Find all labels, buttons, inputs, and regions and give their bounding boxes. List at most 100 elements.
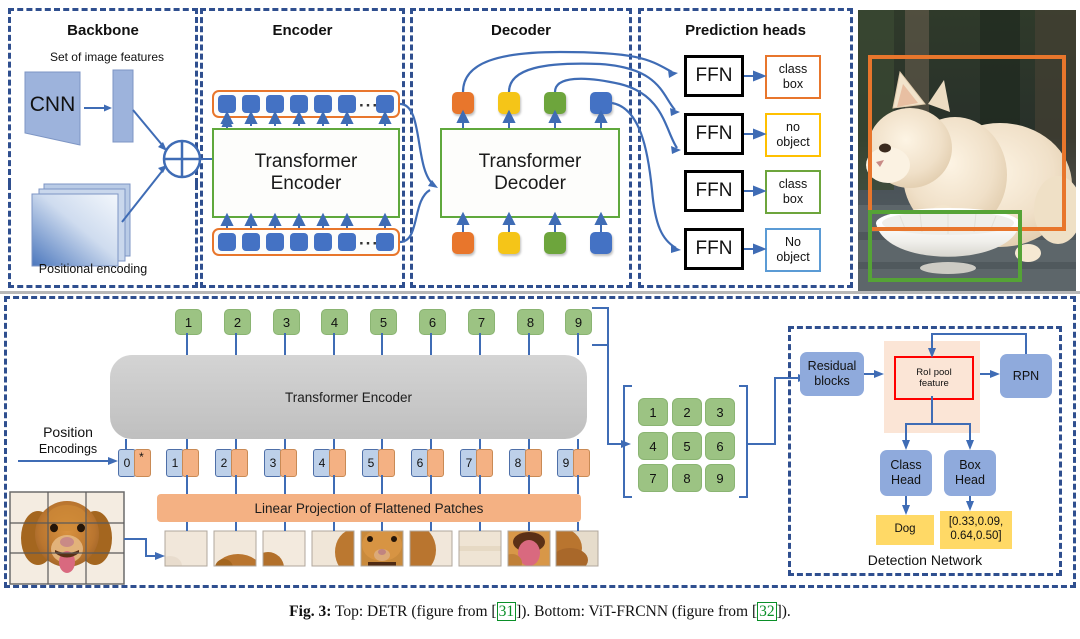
- prediction-output-line1: class: [778, 62, 808, 76]
- prediction-output-line1: class: [778, 177, 808, 191]
- decoder-input-query: [544, 232, 566, 254]
- class-output-box: Dog: [876, 515, 934, 545]
- encoder-input-token: [338, 233, 356, 251]
- caption-part3: ]).: [776, 603, 791, 620]
- caption-part2: ]). Bottom: ViT-FRCNN (figure from [: [516, 603, 758, 620]
- ffn-box: FFN: [684, 170, 744, 212]
- figure-caption: Fig. 3: Top: DETR (figure from [31]). Bo…: [0, 602, 1080, 621]
- caption-part1: Top: DETR (figure from [: [331, 603, 497, 620]
- class-head-box: Class Head: [880, 450, 932, 496]
- vit-output-token: 1: [175, 309, 202, 335]
- residual-blocks-line2: blocks: [814, 374, 850, 388]
- encoder-output-token: [218, 95, 236, 113]
- prediction-output-line1: no: [786, 120, 800, 134]
- box-output-line2: 0.64,0.50]: [950, 530, 1002, 542]
- vit-grid-token: 3: [705, 398, 735, 426]
- roi-pool-line1: RoI pool: [916, 366, 952, 378]
- vit-grid-token: 2: [672, 398, 702, 426]
- position-encodings-label-line2: Encodings: [38, 442, 98, 456]
- transformer-encoder-box: Transformer Encoder: [212, 128, 400, 218]
- prediction-output-line1: No: [785, 235, 801, 249]
- detection-network-title: Detection Network: [867, 552, 983, 568]
- decoder-output-query: [498, 92, 520, 114]
- vit-patch-token-embedding: [329, 449, 346, 477]
- box-output-line1: [0.33,0.09,: [948, 516, 1004, 529]
- decoder-output-query: [590, 92, 612, 114]
- transformer-decoder-label-line1: Transformer: [478, 150, 582, 172]
- vit-output-token: 4: [321, 309, 348, 335]
- position-encodings-label-line1: Position: [43, 424, 93, 440]
- vit-patch-token-embedding: [182, 449, 199, 477]
- decoder-input-query: [498, 232, 520, 254]
- vit-grid-token: 7: [638, 464, 668, 492]
- prediction-output-box: No object: [765, 228, 821, 272]
- prediction-output-box: class box: [765, 170, 821, 214]
- caption-prefix: Fig. 3:: [289, 603, 332, 620]
- decoder-title: Decoder: [490, 22, 552, 39]
- vit-transformer-encoder: Transformer Encoder: [110, 355, 587, 439]
- box-head-line2: Head: [955, 473, 985, 487]
- class-head-line2: Head: [891, 473, 921, 487]
- encoder-input-token: [218, 233, 236, 251]
- encoder-input-token: [290, 233, 308, 251]
- vit-patch-token-embedding: [525, 449, 542, 477]
- vit-class-token-star-glyph: *: [139, 450, 144, 464]
- encoder-output-token: [376, 95, 394, 113]
- residual-blocks-box: Residual blocks: [800, 352, 864, 396]
- encoder-input-token: [376, 233, 394, 251]
- vit-output-token: 6: [419, 309, 446, 335]
- encoder-input-token: [266, 233, 284, 251]
- decoder-input-query: [590, 232, 612, 254]
- vit-patch-token-embedding: [427, 449, 444, 477]
- prediction-output-line2: object: [776, 135, 810, 149]
- citation-31[interactable]: 31: [496, 602, 517, 621]
- prediction-output-line2: box: [782, 77, 804, 91]
- transformer-encoder-label-line1: Transformer: [254, 150, 358, 172]
- transformer-decoder-box: Transformer Decoder: [440, 128, 620, 218]
- vit-patch-token-embedding: [573, 449, 590, 477]
- roi-pool-feature-box: RoI pool feature: [894, 356, 974, 400]
- prediction-output-line2: box: [782, 192, 804, 206]
- prediction-heads-title: Prediction heads: [685, 22, 806, 39]
- prediction-output-box: class box: [765, 55, 821, 99]
- vit-patch-token-embedding: [476, 449, 493, 477]
- vit-output-token: 8: [517, 309, 544, 335]
- decoder-input-query: [452, 232, 474, 254]
- ffn-box: FFN: [684, 113, 744, 155]
- transformer-decoder-label-line2: Decoder: [494, 173, 566, 194]
- vit-grid-token: 4: [638, 432, 668, 460]
- vit-output-token: 9: [565, 309, 592, 335]
- vit-output-token: 3: [273, 309, 300, 335]
- encoder-title: Encoder: [272, 22, 333, 39]
- encoder-output-token: [314, 95, 332, 113]
- bowl-bounding-box: [868, 210, 1022, 282]
- encoder-input-token: [242, 233, 260, 251]
- box-head-box: Box Head: [944, 450, 996, 496]
- positional-encoding-label: Positional encoding: [38, 262, 148, 276]
- vit-output-token: 2: [224, 309, 251, 335]
- vit-grid-token: 1: [638, 398, 668, 426]
- encoder-output-token: [242, 95, 260, 113]
- encoder-output-token: [338, 95, 356, 113]
- encoder-output-token: [290, 95, 308, 113]
- vit-patch-token-embedding: [231, 449, 248, 477]
- vit-patch-token-embedding: [280, 449, 297, 477]
- box-head-line1: Box: [959, 458, 981, 473]
- citation-32[interactable]: 32: [757, 602, 777, 621]
- ffn-box: FFN: [684, 55, 744, 97]
- class-head-line1: Class: [890, 458, 922, 473]
- backbone-title: Backbone: [67, 22, 139, 39]
- vit-output-token: 7: [468, 309, 495, 335]
- decoder-output-query: [452, 92, 474, 114]
- vit-grid-token: 8: [672, 464, 702, 492]
- transformer-encoder-label-line2: Encoder: [270, 173, 342, 194]
- box-output-box: [0.33,0.09, 0.64,0.50]: [940, 511, 1012, 549]
- vit-grid-token: 9: [705, 464, 735, 492]
- prediction-output-line2: object: [776, 250, 810, 264]
- rpn-box: RPN: [1000, 354, 1052, 398]
- vit-output-token: 5: [370, 309, 397, 335]
- roi-pool-line2: feature: [919, 378, 949, 389]
- encoder-input-token: [314, 233, 332, 251]
- figure-divider: [0, 291, 1080, 294]
- cnn-label: CNN: [29, 93, 76, 116]
